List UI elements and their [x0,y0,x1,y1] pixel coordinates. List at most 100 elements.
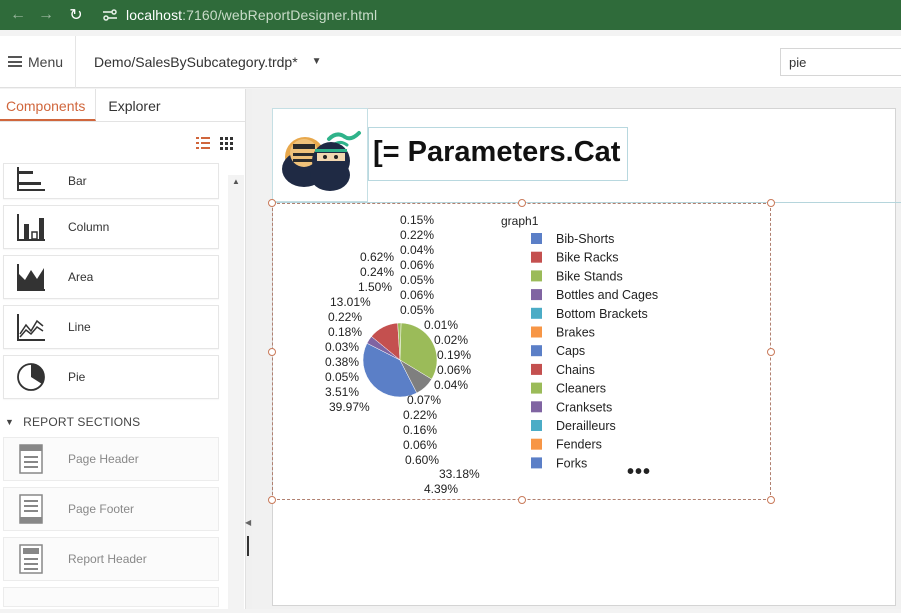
document-title[interactable]: Demo/SalesBySubcategory.trdp* [94,54,298,70]
component-bar[interactable]: Bar [3,163,219,199]
component-label: Pie [68,370,86,384]
data-label: 3.51% [325,385,359,399]
data-label: 0.05% [325,370,359,384]
legend-swatch [531,307,542,319]
section-title: REPORT SECTIONS [23,415,141,429]
data-label: 0.62% [360,250,394,264]
legend-item: Derailleurs [556,419,616,433]
more-items-ellipsis: ••• [627,461,652,483]
legend-swatch [531,401,542,413]
data-label: 0.03% [325,340,359,354]
data-label: 39.97% [329,400,370,414]
page-footer-icon [16,494,46,524]
logo-picturebox[interactable] [272,108,368,202]
data-label: 0.02% [434,333,468,347]
bar-chart-icon [16,166,46,196]
section-report-footer[interactable] [3,587,219,607]
legend-title: graph1 [501,214,539,228]
data-label: 1.50% [358,280,392,294]
legend-swatch [531,270,542,282]
search-input[interactable] [780,48,901,76]
line-chart-icon [16,312,46,342]
view-toggle [196,137,233,150]
reload-icon[interactable]: ↻ [58,0,94,30]
legend-swatch [531,233,542,244]
legend-swatch [531,420,542,431]
component-area[interactable]: Area [3,255,219,299]
url-text[interactable]: localhost:7160/webReportDesigner.html [126,7,377,23]
legend-item: Fenders [556,438,602,452]
report-header-icon [16,544,46,574]
legend-swatch [531,289,542,301]
data-label: 0.06% [400,288,434,302]
data-label: 13.01% [330,295,371,309]
area-chart-icon [16,262,46,292]
report-sections-header[interactable]: ▼ REPORT SECTIONS [3,407,219,437]
site-settings-icon[interactable] [100,5,120,25]
legend-swatch [531,457,542,469]
list-view-icon[interactable] [196,137,210,149]
legend-item: Chains [556,363,595,377]
data-label: 0.24% [360,265,394,279]
browser-toolbar: ← → ↻ localhost:7160/webReportDesigner.h… [0,0,901,30]
data-label: 33.18% [439,467,480,481]
menu-label: Menu [28,53,64,70]
component-pie[interactable]: Pie [3,355,219,399]
section-label: Report Header [68,552,147,566]
legend-item: Bib-Shorts [556,232,614,246]
data-label: 0.06% [437,363,471,377]
section-label: Page Header [68,452,139,466]
column-chart-icon [16,212,46,242]
tab-components[interactable]: Components [0,89,97,121]
data-label: 0.22% [403,408,437,422]
legend-swatch [531,251,542,263]
legend-swatch [531,326,542,338]
legend-swatch [531,382,542,394]
grid-view-icon[interactable] [220,137,233,150]
left-panel: Components Explorer Bar Column Area Line… [0,89,246,609]
legend-item: Forks [556,456,587,470]
legend-item: Cranksets [556,400,612,414]
splitter-grip[interactable] [247,536,249,556]
url-path: :7160/webReportDesigner.html [182,7,378,23]
data-label: 0.60% [405,453,439,467]
legend-item: Bottom Brackets [556,307,648,321]
component-line[interactable]: Line [3,305,219,349]
component-label: Area [68,270,94,284]
ninja-logo-icon [282,131,361,191]
chevron-down-icon[interactable]: ▼ [312,56,322,67]
address-bar[interactable]: localhost:7160/webReportDesigner.html [100,5,377,25]
designer-toolbar: Menu Demo/SalesBySubcategory.trdp* ▼ [0,35,901,88]
legend-item: Bottles and Cages [556,288,658,302]
legend-item: Bike Stands [556,269,623,283]
component-label: Bar [68,174,87,188]
pie-chart-icon [16,362,46,392]
section-page-header[interactable]: Page Header [3,437,219,481]
hamburger-icon [8,56,22,67]
data-label: 0.01% [424,318,458,332]
tab-explorer[interactable]: Explorer [96,89,166,121]
data-label: 0.07% [407,393,441,407]
scroll-up-icon[interactable]: ▲ [232,177,240,186]
section-page-footer[interactable]: Page Footer [3,487,219,531]
legend-swatch [531,363,542,375]
component-column[interactable]: Column [3,205,219,249]
url-host: localhost [126,7,183,23]
legend-swatch [531,345,542,357]
menu-button[interactable]: Menu [0,35,77,88]
data-label: 0.04% [400,243,434,257]
legend-item: Brakes [556,326,595,340]
panel-scrollbar[interactable] [228,175,244,609]
collapse-panel-icon[interactable]: ◀ [245,518,251,527]
legend-item: Caps [556,344,585,358]
caret-down-icon: ▼ [5,417,15,427]
section-label: Page Footer [68,502,135,516]
report-title-textbox[interactable]: [= Parameters.Cat [368,127,628,181]
page-header-icon [16,444,46,474]
panel-tabs: Components Explorer [0,89,245,122]
pie-chart: 0.15%0.22%0.04%0.06%0.05%0.06%0.05%0.62%… [325,213,658,496]
data-label: 4.39% [424,482,458,496]
section-report-header[interactable]: Report Header [3,537,219,581]
data-label: 0.04% [434,378,468,392]
data-label: 0.06% [403,438,437,452]
